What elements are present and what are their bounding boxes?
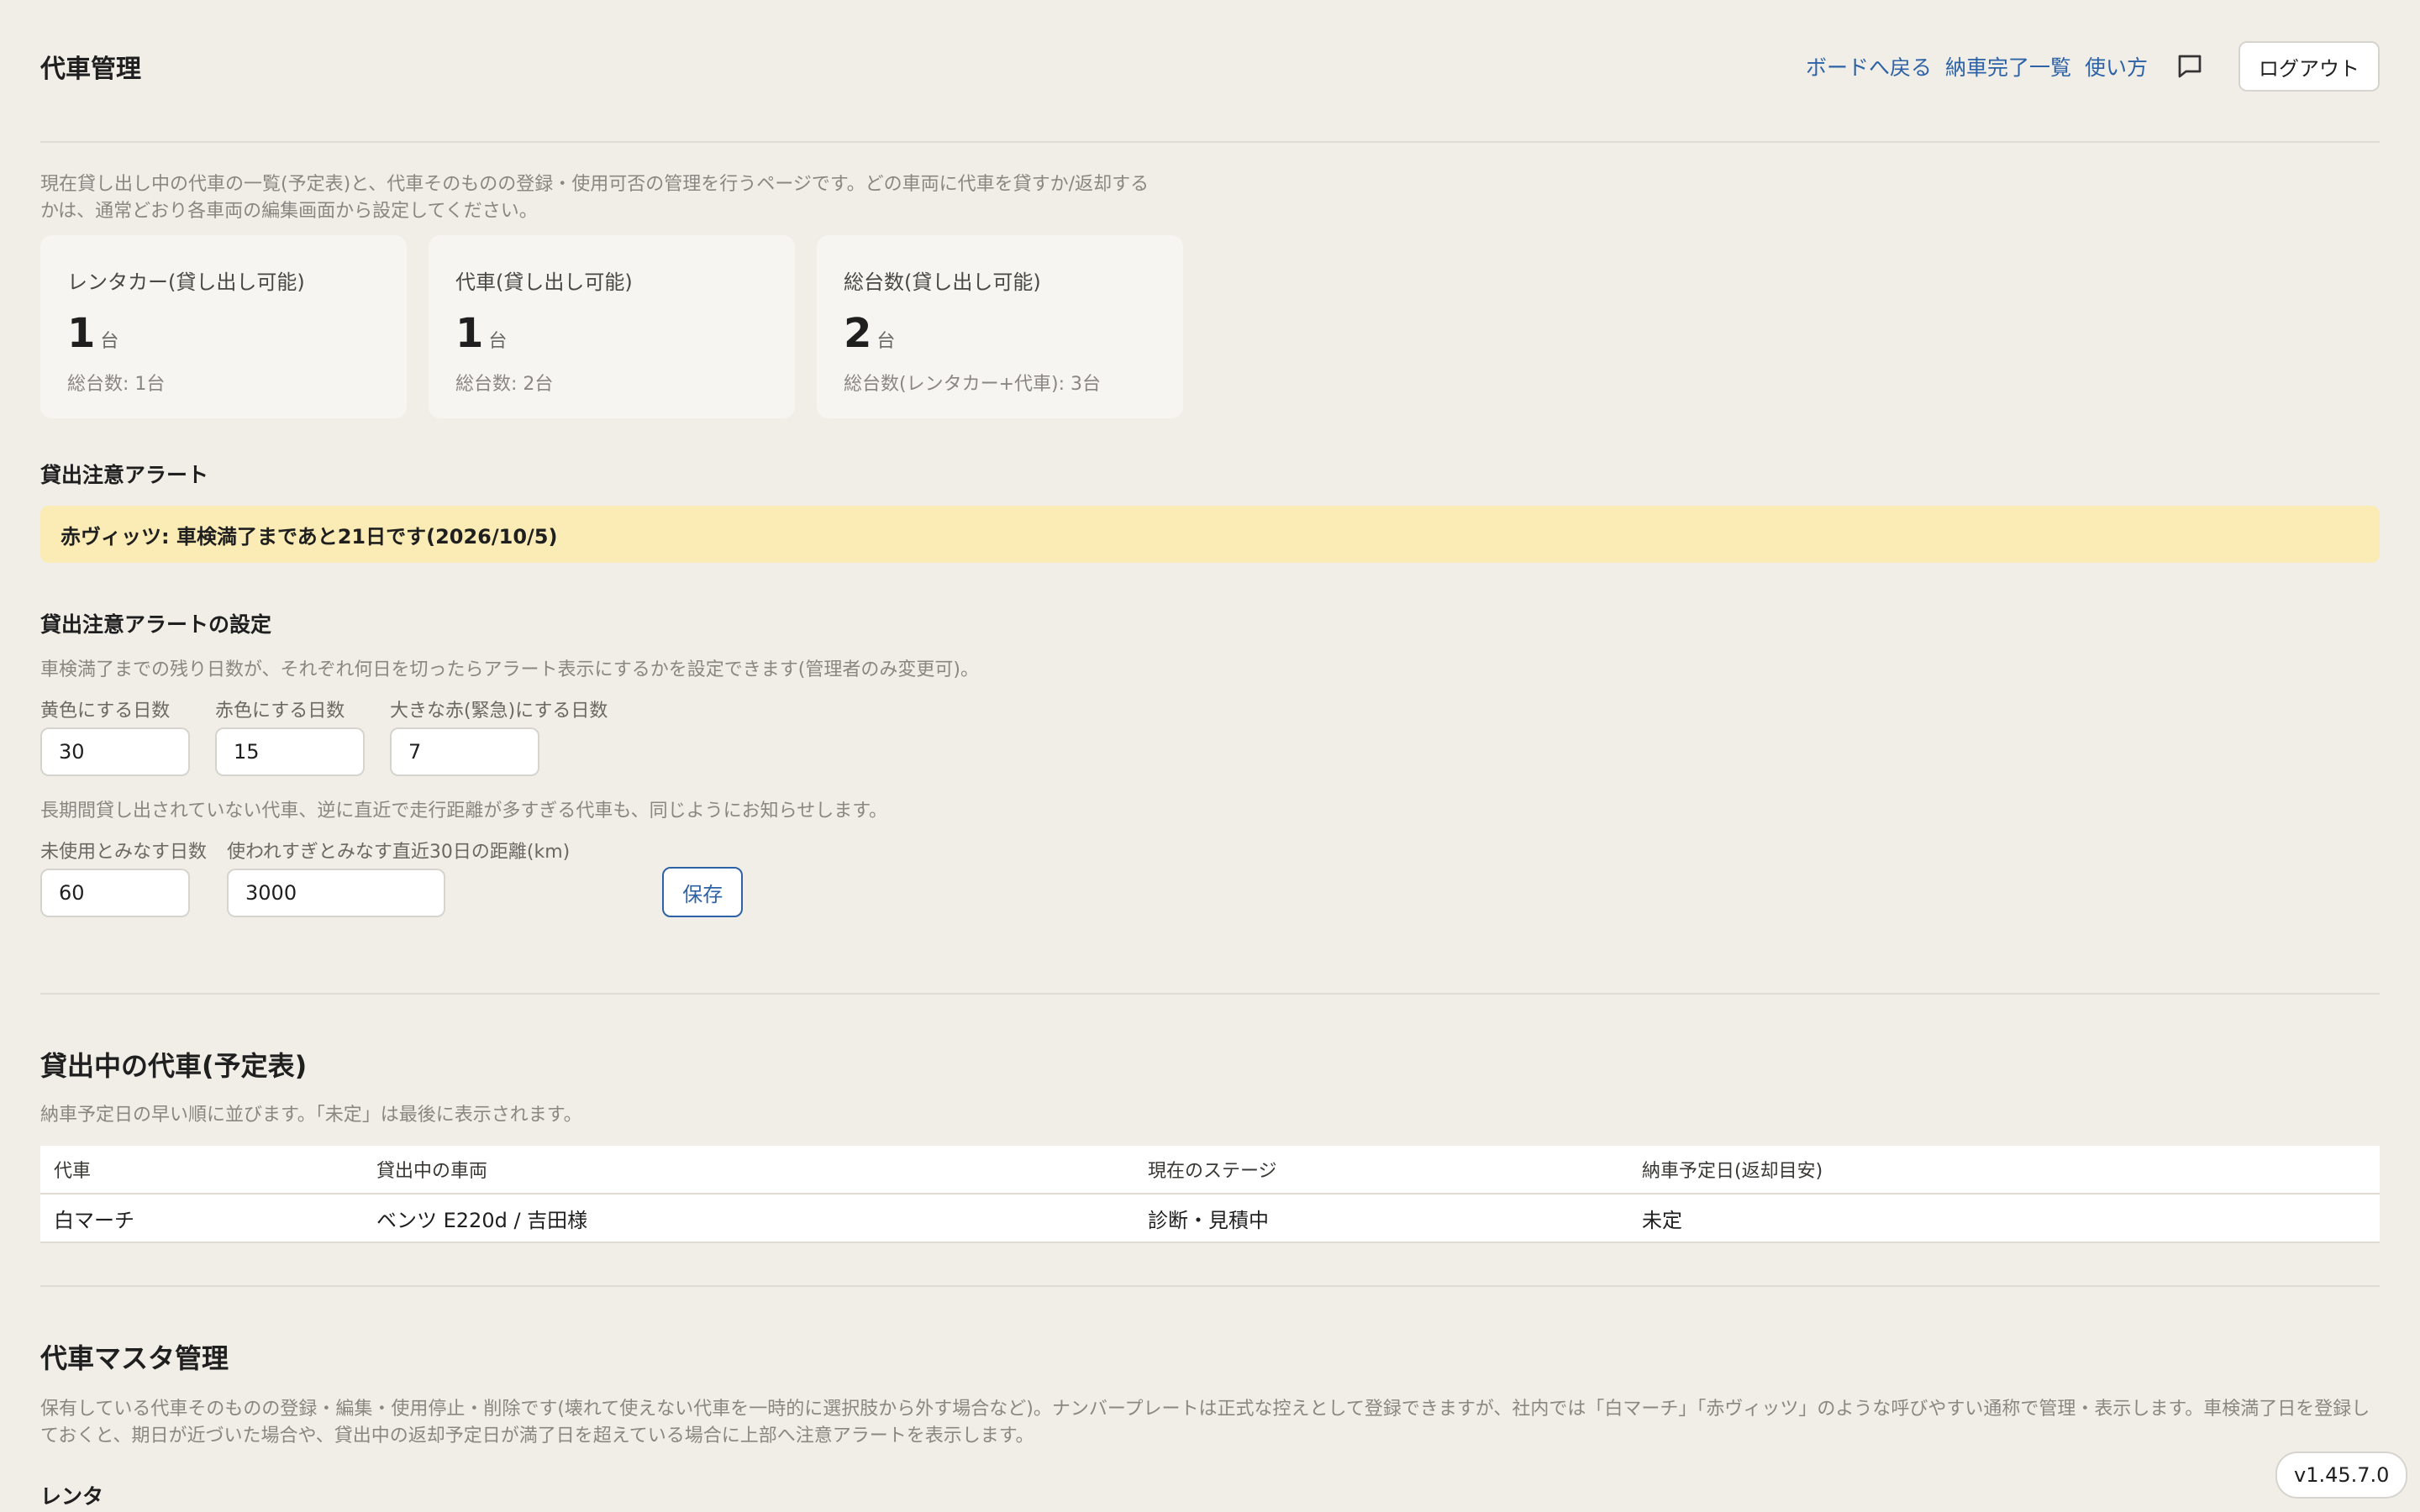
unused-days-label: 未使用とみなす日数 xyxy=(40,842,208,863)
red-days-label: 赤色にする日数 xyxy=(215,701,345,722)
alert-section-title: 貸出注意アラート xyxy=(40,463,209,487)
card-label: 代車(貸し出し可能) xyxy=(455,270,633,294)
header: 代車管理 ボードへ戻る 納車完了一覧 使い方 ログアウト xyxy=(40,0,2380,143)
card-value: 2 xyxy=(844,310,872,357)
schedule-title: 貸出中の代車(予定表) xyxy=(40,1050,308,1082)
column-header: 現在のステージ xyxy=(1134,1146,1628,1194)
vehicle-cell: ベンツ E220d / 吉田様 xyxy=(363,1194,1134,1243)
card-total: 総台数(レンタカー+代車): 3台 xyxy=(844,374,1102,395)
rental-subsection-title: レンタ xyxy=(40,1484,104,1509)
usage-alert-desc: 長期間貸し出されていない代車、逆に直近で走行距離が多すぎる代車も、同じようにお知… xyxy=(40,801,888,822)
card-unit: 台 xyxy=(488,331,508,352)
divider xyxy=(40,993,2380,995)
card-total: 総台数: 1台 xyxy=(67,374,166,395)
yellow-days-label: 黄色にする日数 xyxy=(40,701,171,722)
help-link[interactable]: 使い方 xyxy=(2085,51,2148,81)
stage-cell: 診断・見積中 xyxy=(1134,1194,1628,1243)
summary-cards: レンタカー(貸し出し可能) 1台 総台数: 1台 代車(貸し出し可能) 1台 総… xyxy=(40,235,2380,418)
back-to-board-link[interactable]: ボードへ戻る xyxy=(1806,51,1932,81)
usage-fields: 未使用とみなす日数 使われすぎとみなす直近30日の距離(km) 保存 xyxy=(40,837,2380,917)
table-header-row: 代車 貸出中の車両 現在のステージ 納車予定日(返却目安) xyxy=(40,1146,2380,1194)
master-title: 代車マスタ管理 xyxy=(40,1342,229,1374)
yellow-days-input[interactable] xyxy=(40,727,190,776)
alert-settings-desc: 車検満了までの残り日数が、それぞれ何日を切ったらアラート表示にするかを設定できま… xyxy=(40,659,979,680)
page-title: 代車管理 xyxy=(40,55,141,84)
schedule-table: 代車 貸出中の車両 現在のステージ 納車予定日(返却目安) 白マーチ ベンツ E… xyxy=(40,1146,2380,1243)
top-nav: ボードへ戻る 納車完了一覧 使い方 ログアウト xyxy=(1806,41,2380,92)
master-desc: 保有している代車そのものの登録・編集・使用停止・削除です(壊れて使えない代車を一… xyxy=(40,1399,2370,1446)
page: 代車管理 ボードへ戻る 納車完了一覧 使い方 ログアウト 現在貸し出し中の代車の… xyxy=(40,0,2380,1510)
card-unit: 台 xyxy=(100,331,119,352)
delivered-list-link[interactable]: 納車完了一覧 xyxy=(1945,51,2071,81)
card-label: 総台数(貸し出し可能) xyxy=(844,270,1041,294)
inspection-alert: 赤ヴィッツ: 車検満了まであと21日です(2026/10/5) xyxy=(40,506,2380,563)
card-unit: 台 xyxy=(876,331,896,352)
table-row: 白マーチ ベンツ E220d / 吉田様 診断・見積中 未定 xyxy=(40,1194,2380,1243)
card-label: レンタカー(貸し出し可能) xyxy=(67,270,305,294)
chat-bubble-icon[interactable] xyxy=(2175,51,2205,81)
version-badge: v1.45.7.0 xyxy=(2275,1452,2408,1499)
save-button[interactable]: 保存 xyxy=(662,867,744,917)
overuse-distance-label: 使われすぎとみなす直近30日の距離(km) xyxy=(227,842,571,863)
overuse-distance-input[interactable] xyxy=(227,869,446,917)
urgent-days-label: 大きな赤(緊急)にする日数 xyxy=(390,701,608,722)
schedule-desc: 納車予定日の早い順に並びます。「未定」は最後に表示されます。 xyxy=(40,1105,582,1126)
threshold-fields: 黄色にする日数 赤色にする日数 大きな赤(緊急)にする日数 xyxy=(40,696,2380,776)
red-days-input[interactable] xyxy=(215,727,365,776)
column-header: 貸出中の車両 xyxy=(363,1146,1134,1194)
rental-car-card: レンタカー(貸し出し可能) 1台 総台数: 1台 xyxy=(40,235,407,418)
card-total: 総台数: 2台 xyxy=(455,374,554,395)
logout-button[interactable]: ログアウト xyxy=(2238,41,2380,92)
card-value: 1 xyxy=(455,310,484,357)
return-date-cell: 未定 xyxy=(1628,1194,2380,1243)
total-car-card: 総台数(貸し出し可能) 2台 総台数(レンタカー+代車): 3台 xyxy=(817,235,1183,418)
column-header: 代車 xyxy=(40,1146,363,1194)
intro-text: 現在貸し出し中の代車の一覧(予定表)と、代車そのものの登録・使用可否の管理を行う… xyxy=(40,174,1150,222)
alert-settings-title: 貸出注意アラートの設定 xyxy=(40,612,272,637)
loaner-name-cell: 白マーチ xyxy=(40,1194,363,1243)
column-header: 納車予定日(返却目安) xyxy=(1628,1146,2380,1194)
urgent-days-input[interactable] xyxy=(390,727,539,776)
loaner-car-card: 代車(貸し出し可能) 1台 総台数: 2台 xyxy=(429,235,795,418)
card-value: 1 xyxy=(67,310,96,357)
divider xyxy=(40,1285,2380,1287)
unused-days-input[interactable] xyxy=(40,869,190,917)
